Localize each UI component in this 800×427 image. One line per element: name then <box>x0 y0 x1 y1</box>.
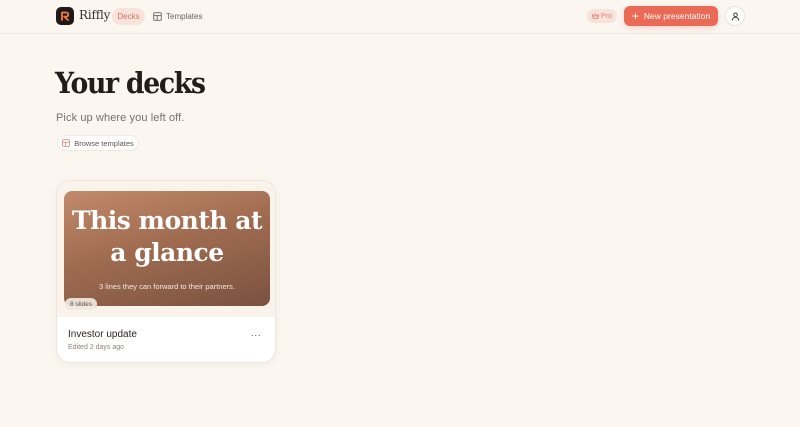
user-icon <box>731 12 739 21</box>
deck-thumbnail[interactable]: This month at a glance 3 lines they can … <box>64 191 270 306</box>
page-subtitle: Pick up where you left off. <box>56 112 185 124</box>
deck-edited-time: Edited 2 days ago <box>68 344 125 351</box>
deck-card[interactable]: This month at a glance 3 lines they can … <box>56 180 276 363</box>
app-name[interactable]: Riffly <box>79 8 110 22</box>
more-options-icon[interactable]: ··· <box>247 329 265 341</box>
top-bar: Riffly Decks Templates Pro + New present… <box>0 0 800 34</box>
user-avatar-button[interactable] <box>725 6 745 26</box>
template-icon <box>62 139 70 147</box>
page-title: Your decks <box>55 66 206 100</box>
deck-title[interactable]: Investor update <box>68 329 137 340</box>
new-presentation-button[interactable]: + New presentation <box>624 6 718 26</box>
browse-templates-label: Browse templates <box>74 138 134 148</box>
crown-icon <box>592 13 599 19</box>
pro-badge-label: Pro <box>601 12 612 20</box>
deck-thumbnail-area[interactable]: This month at a glance 3 lines they can … <box>57 181 275 317</box>
logo-icon[interactable] <box>56 7 74 25</box>
pro-badge[interactable]: Pro <box>587 9 617 23</box>
new-presentation-label: New presentation <box>643 11 711 21</box>
tab-decks[interactable]: Decks <box>112 8 145 25</box>
tab-templates[interactable]: Templates <box>153 8 203 25</box>
thumbnail-title: This month at a glance <box>71 206 263 267</box>
slide-count-badge: 8 slides <box>65 298 98 310</box>
tab-decks-label: Decks <box>117 12 140 21</box>
template-icon <box>153 12 162 21</box>
browse-templates-button[interactable]: Browse templates <box>57 135 139 151</box>
thumbnail-subtitle: 3 lines they can forward to their partne… <box>99 282 235 291</box>
tab-templates-label: Templates <box>166 12 203 21</box>
plus-icon: + <box>631 8 639 23</box>
